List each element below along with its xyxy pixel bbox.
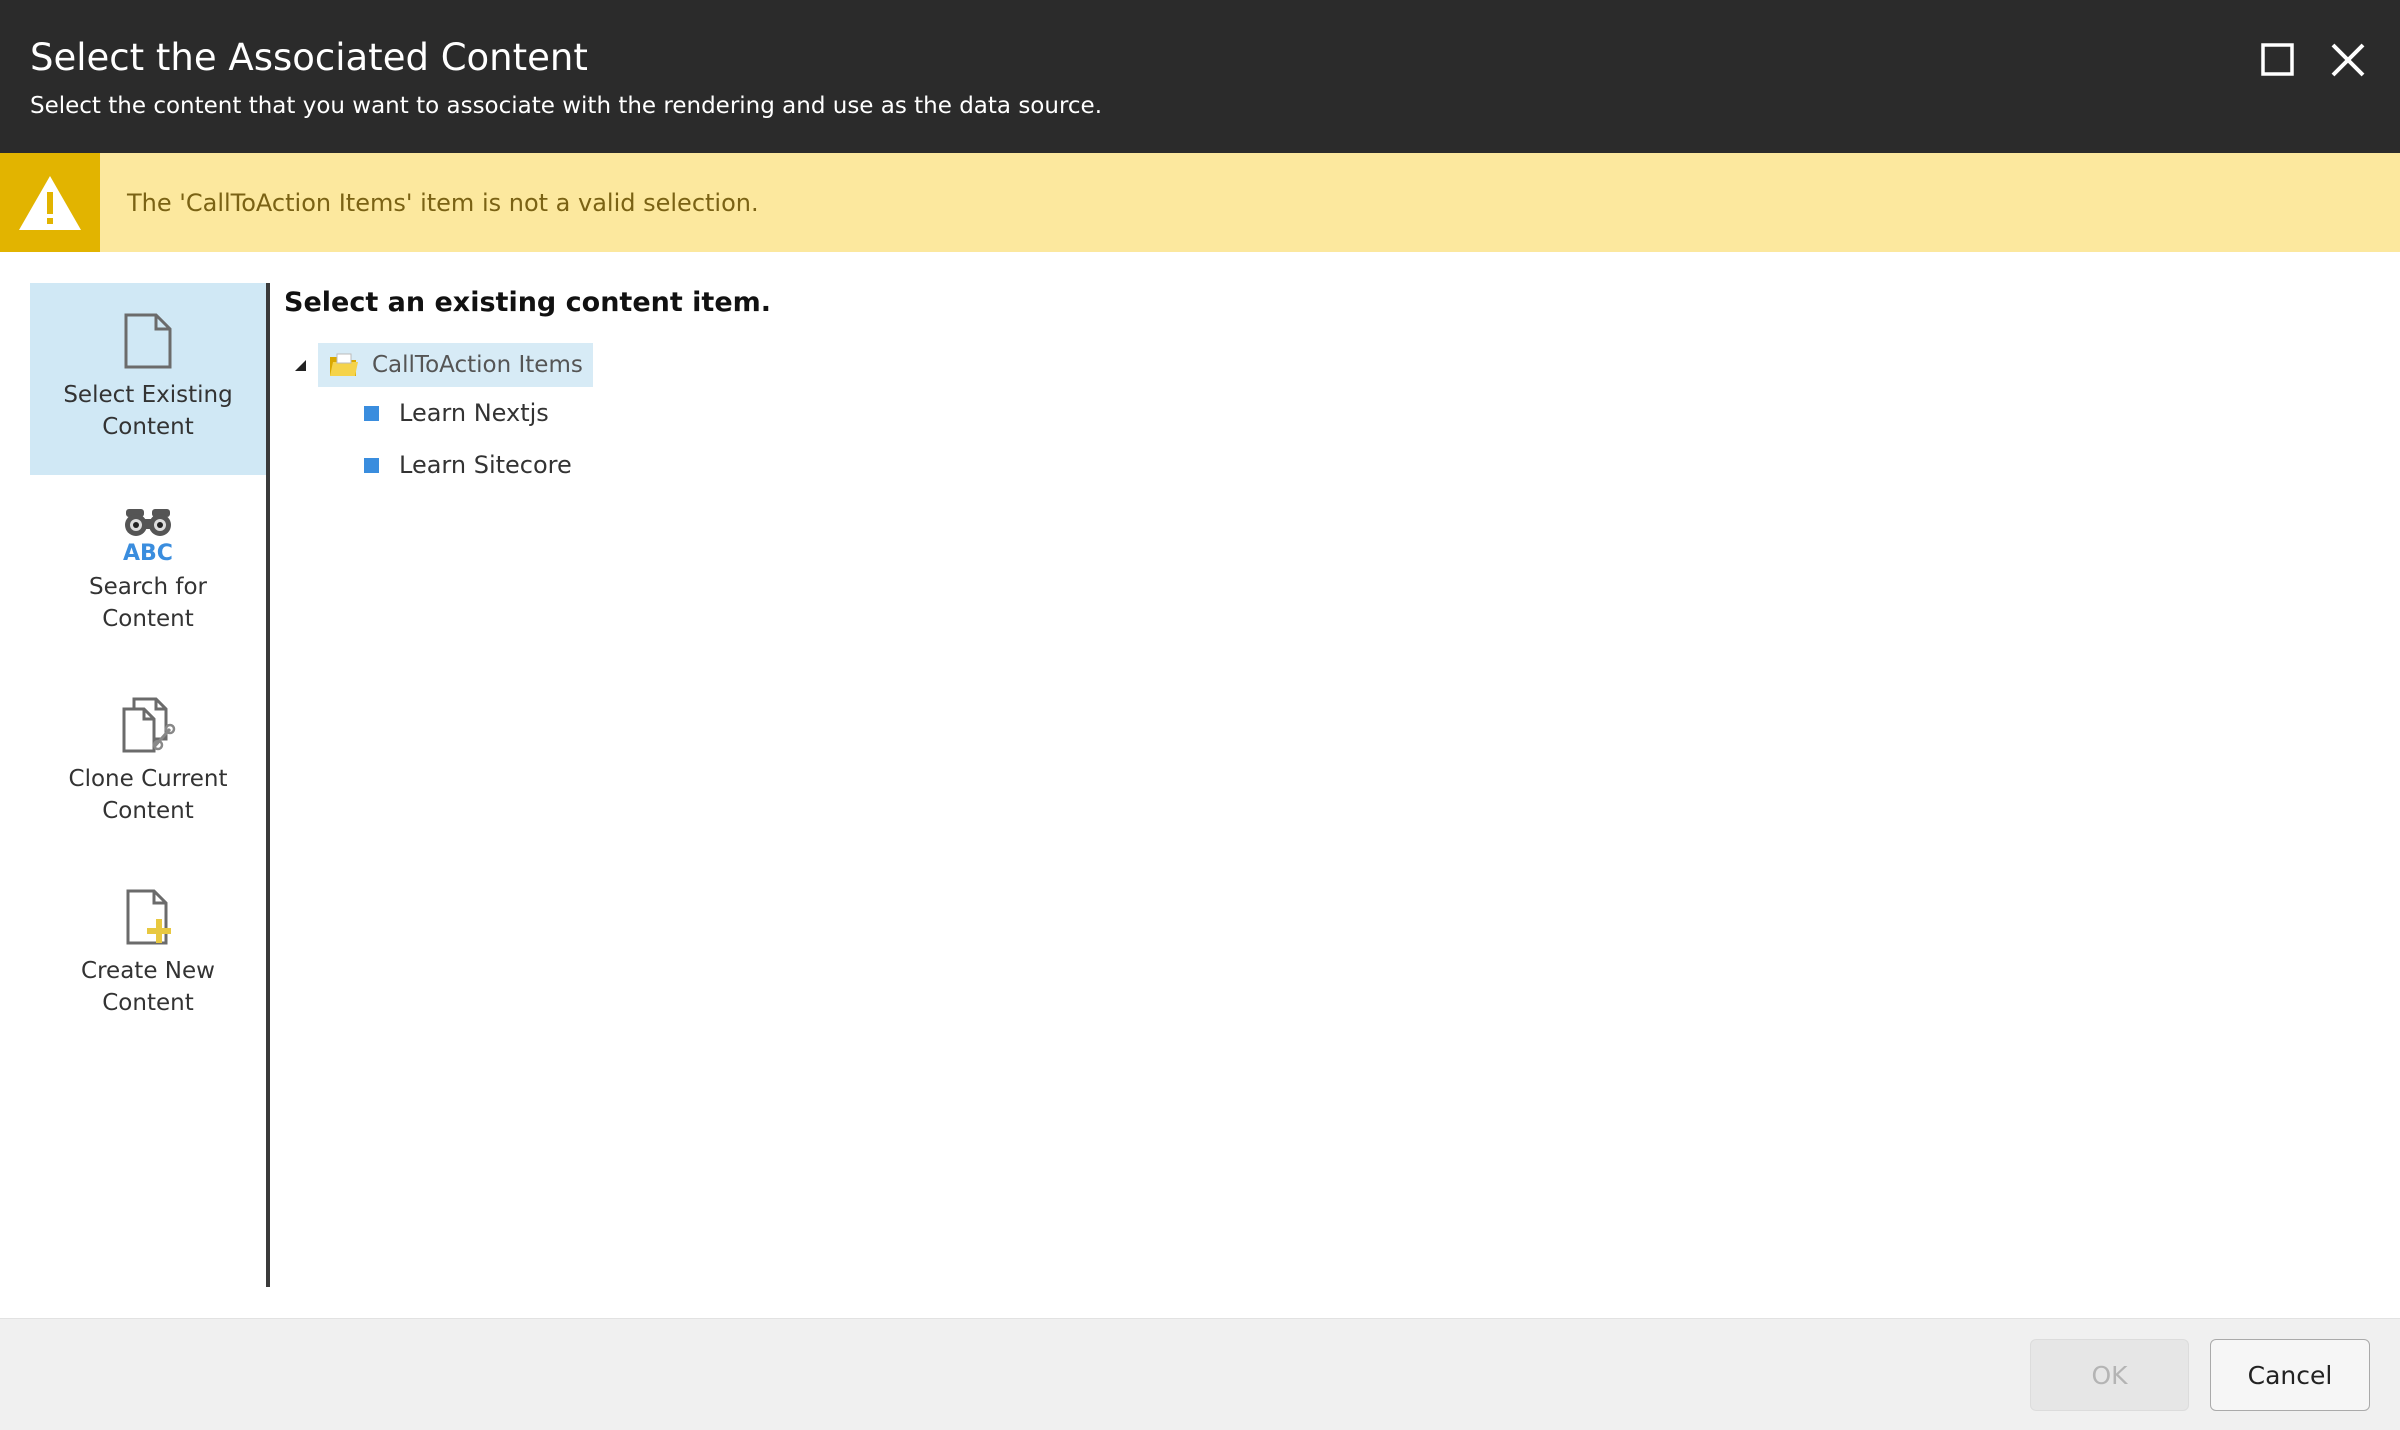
warning-bar: The 'CallToAction Items' item is not a v… (0, 153, 2400, 252)
nav-item-create-new[interactable]: Create New Content (30, 859, 266, 1051)
tree-node-child[interactable]: Learn Sitecore (364, 445, 572, 485)
nav-item-clone[interactable]: Clone Current Content (30, 667, 266, 859)
cancel-button[interactable]: Cancel (2210, 1339, 2370, 1411)
tree-node-child[interactable]: Learn Nextjs (364, 393, 549, 433)
nav-label-line1: Create New (81, 958, 215, 984)
nav-item-search[interactable]: ABC Search for Content (30, 475, 266, 667)
document-icon (124, 313, 172, 369)
warning-icon-box (0, 153, 100, 252)
nav-label: Select Existing Content (30, 379, 266, 443)
main-panel: Select an existing content item. CallToA… (284, 283, 2374, 1287)
nav-label: Create New Content (30, 955, 266, 1019)
nav-label-line2: Content (102, 990, 194, 1016)
dialog-subtitle: Select the content that you want to asso… (30, 93, 1103, 119)
dialog-footer: OK Cancel (0, 1318, 2400, 1430)
tree-node-root: CallToAction Items (292, 343, 593, 387)
nav-label-line1: Clone Current (68, 766, 228, 792)
binoculars-abc-icon: ABC (123, 509, 173, 563)
close-button[interactable] (2328, 40, 2368, 80)
warning-icon (19, 175, 81, 230)
nav-label: Search for Content (30, 571, 266, 635)
tree-node-child-label: Learn Sitecore (399, 451, 572, 479)
content-source-nav: Select Existing Content ABC Search for C… (30, 283, 266, 1287)
nav-label-line2: Content (102, 414, 194, 440)
tree-node-root-label: CallToAction Items (372, 352, 583, 378)
nav-label-line1: Select Existing (63, 382, 233, 408)
new-document-icon (126, 889, 171, 945)
collapse-triangle-icon[interactable] (292, 357, 308, 373)
folder-icon (330, 353, 358, 376)
nav-label-line1: Search for (89, 574, 207, 600)
warning-message: The 'CallToAction Items' item is not a v… (127, 189, 759, 217)
main-heading: Select an existing content item. (284, 287, 772, 318)
nav-label-line2: Content (102, 798, 194, 824)
close-icon (2331, 43, 2365, 77)
nav-label-line2: Content (102, 606, 194, 632)
item-bullet-icon (364, 457, 379, 473)
maximize-icon (2261, 43, 2294, 76)
nav-label: Clone Current Content (30, 763, 266, 827)
tree-node-root-label-box[interactable]: CallToAction Items (318, 343, 593, 387)
svg-text:ABC: ABC (123, 541, 173, 563)
ok-button[interactable]: OK (2030, 1339, 2189, 1411)
item-bullet-icon (364, 405, 379, 421)
nav-divider (266, 283, 270, 1287)
dialog-title: Select the Associated Content (30, 36, 588, 79)
maximize-button[interactable] (2258, 40, 2298, 80)
clone-icon (122, 697, 176, 753)
tree-node-child-label: Learn Nextjs (399, 399, 549, 427)
nav-item-select-existing[interactable]: Select Existing Content (30, 283, 266, 475)
dialog-header: Select the Associated Content Select the… (0, 0, 2400, 153)
